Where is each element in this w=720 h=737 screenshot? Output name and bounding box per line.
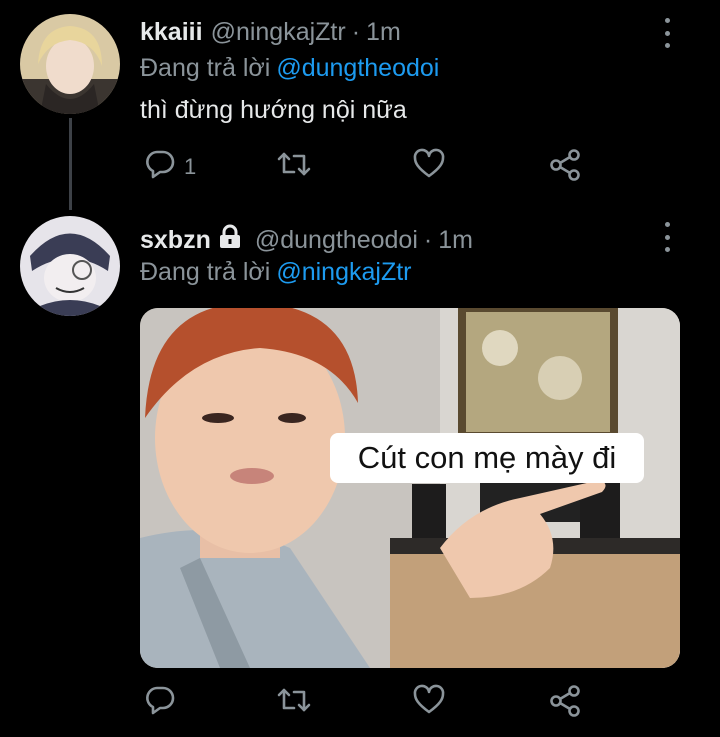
more-icon[interactable] — [662, 18, 672, 48]
tweet-actions: 1 — [140, 148, 600, 182]
share-icon — [548, 684, 582, 723]
share-button[interactable] — [548, 148, 582, 187]
like-button[interactable] — [412, 148, 446, 185]
username[interactable]: @ningkajZtr — [211, 18, 346, 47]
share-button[interactable] — [548, 684, 582, 723]
tweet-text: thì đừng hướng nội nữa — [140, 96, 407, 124]
retweet-icon — [276, 684, 312, 721]
like-icon — [412, 684, 446, 721]
tweet-header: kkaiii @ningkajZtr · 1m — [140, 18, 401, 47]
mention-link[interactable]: @dungtheodoi — [276, 54, 439, 82]
reply-icon — [144, 148, 176, 185]
username[interactable]: @dungtheodoi — [255, 226, 418, 255]
reply-button[interactable] — [144, 684, 176, 721]
reply-icon — [144, 684, 176, 721]
replying-to-line: Đang trả lời @dungtheodoi — [140, 54, 439, 83]
separator: · — [423, 226, 433, 254]
replying-to-label: Đang trả lời — [140, 54, 271, 82]
reply-button[interactable]: 1 — [144, 148, 196, 185]
timestamp[interactable]: 1m — [366, 18, 401, 47]
replying-to-label: Đang trả lời — [140, 258, 271, 286]
display-name[interactable]: sxbzn — [140, 226, 211, 255]
tweet-header: sxbzn @dungtheodoi · 1m — [140, 224, 473, 257]
timestamp[interactable]: 1m — [438, 226, 473, 255]
avatar[interactable] — [20, 216, 120, 316]
mention-link[interactable]: @ningkajZtr — [276, 258, 411, 286]
like-icon — [412, 148, 446, 185]
retweet-button[interactable] — [276, 684, 312, 721]
retweet-icon — [276, 148, 312, 185]
reply-count: 1 — [184, 153, 197, 179]
separator: · — [351, 18, 361, 46]
like-button[interactable] — [412, 684, 446, 721]
more-icon[interactable] — [662, 222, 672, 252]
retweet-button[interactable] — [276, 148, 312, 185]
image-caption: Cút con mẹ mày đi — [330, 433, 644, 483]
tweet-media-image[interactable] — [140, 308, 680, 668]
tweet-actions — [140, 684, 600, 718]
share-icon — [548, 148, 582, 187]
thread-connector-line — [69, 118, 72, 210]
replying-to-line: Đang trả lời @ningkajZtr — [140, 258, 412, 287]
display-name[interactable]: kkaiii — [140, 18, 203, 47]
avatar[interactable] — [20, 14, 120, 114]
lock-icon — [217, 224, 243, 257]
